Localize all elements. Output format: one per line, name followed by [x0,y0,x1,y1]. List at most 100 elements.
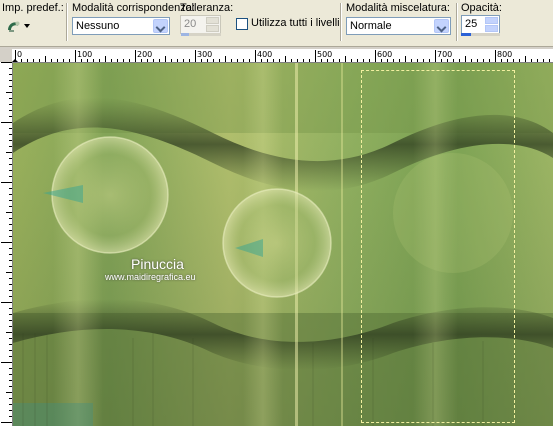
ruler-tick [9,338,12,339]
ruler-tick [9,218,12,219]
ruler-tick [9,146,12,147]
opacity-spin-buttons[interactable] [485,17,498,32]
ruler-tick [9,260,12,261]
image-canvas[interactable]: Pinuccia www.maidiregrafica.eu [13,63,553,426]
watermark-title: Pinuccia [131,256,184,272]
ruler-tick [249,59,250,62]
ruler-tick-label: 300 [197,50,213,59]
opacity-stepper[interactable]: 25 [461,15,500,34]
ruler-tick [459,59,460,62]
ruler-tick [273,59,274,62]
ruler-tick [6,92,12,93]
ruler-tick [261,59,262,62]
ruler-tick [9,98,12,99]
match-mode-value: Nessuno [76,20,120,32]
ruler-tick [9,206,12,207]
ruler-tick [501,59,502,62]
ruler-tick [123,59,124,62]
opacity-value: 25 [465,18,478,30]
ruler-tick [9,284,12,285]
ruler-tick [87,59,88,62]
ruler-tick [489,59,490,62]
tolerance-slider-fill [181,33,189,36]
ruler-tick [447,59,448,62]
tolerance-spin-buttons[interactable] [206,17,219,32]
ruler-tick [393,59,394,62]
ruler-tick [99,59,100,62]
ruler-tick [351,59,352,62]
ruler-tick [183,59,184,62]
ruler-tick [9,236,12,237]
ruler-tick [405,56,406,62]
ruler-tick [9,110,12,111]
ruler-tick [345,56,346,62]
chevron-down-icon[interactable] [434,19,449,33]
ruler-tick [9,176,12,177]
ruler-tick [63,59,64,62]
blend-mode-value: Normale [350,20,392,32]
ruler-tick [45,56,46,62]
ruler-tick-label: 200 [137,50,153,59]
ruler-tick [171,59,172,62]
ruler-tick [363,59,364,62]
ruler-tick [243,59,244,62]
ruler-tick-label: 100 [77,50,93,59]
blend-mode-select[interactable]: Normale [346,17,451,35]
tolerance-slider[interactable] [181,33,221,36]
ruler-tick [135,50,136,62]
ruler-tick [9,350,12,351]
ruler-tick [387,59,388,62]
ruler-tick [195,50,196,62]
use-all-layers-label: Utilizza tutti i livelli [251,17,340,29]
ruler-tick [6,272,12,273]
ruler-tick [441,59,442,62]
ruler-tick [399,59,400,62]
ruler-tick [9,224,12,225]
chevron-down-icon[interactable] [153,19,168,33]
blend-mode-label: Modalità miscelatura: [346,2,450,14]
ruler-tick [267,59,268,62]
tool-options-bar: Imp. predef.: Modalità corrispondenza: N… [0,0,553,47]
ruler-tick [9,254,12,255]
ruler-tick [531,59,532,62]
ruler-tick [177,59,178,62]
ruler-tick [33,59,34,62]
ruler-tick [507,59,508,62]
ruler-tick [141,59,142,62]
ruler-tick [375,50,376,62]
chevron-down-icon [24,24,30,28]
ruler-tick [165,56,166,62]
ruler-tick [75,50,76,62]
use-all-layers-checkbox[interactable] [236,18,248,30]
ruler-tick [9,86,12,87]
separator [340,3,341,41]
ruler-tick [9,326,12,327]
opacity-slider[interactable] [461,33,500,36]
ruler-tick-label: 400 [257,50,273,59]
preset-dropdown-button[interactable] [3,16,31,38]
ruler-tick [237,59,238,62]
separator [66,3,67,41]
tolerance-value: 20 [184,18,197,30]
match-mode-select[interactable]: Nessuno [72,17,170,35]
tolerance-label: Tolleranza: [180,2,234,14]
ruler-tick [117,59,118,62]
ruler-tick [471,59,472,62]
fill-tool-icon [8,21,20,32]
tolerance-stepper[interactable]: 20 [180,15,221,34]
ruler-tick [465,56,466,62]
ruler-tick [411,59,412,62]
ruler-tick [339,59,340,62]
opacity-label: Opacità: [461,2,502,14]
ruler-tick [9,308,12,309]
ruler-tick [513,59,514,62]
selection-marquee[interactable] [361,70,515,423]
ruler-tick [327,59,328,62]
ruler-tick [15,50,16,62]
ruler-tick [1,422,12,423]
ruler-tick [435,50,436,62]
ruler-tick [81,59,82,62]
ruler-tick [309,59,310,62]
ruler-tick [1,302,12,303]
ruler-tick [9,404,12,405]
